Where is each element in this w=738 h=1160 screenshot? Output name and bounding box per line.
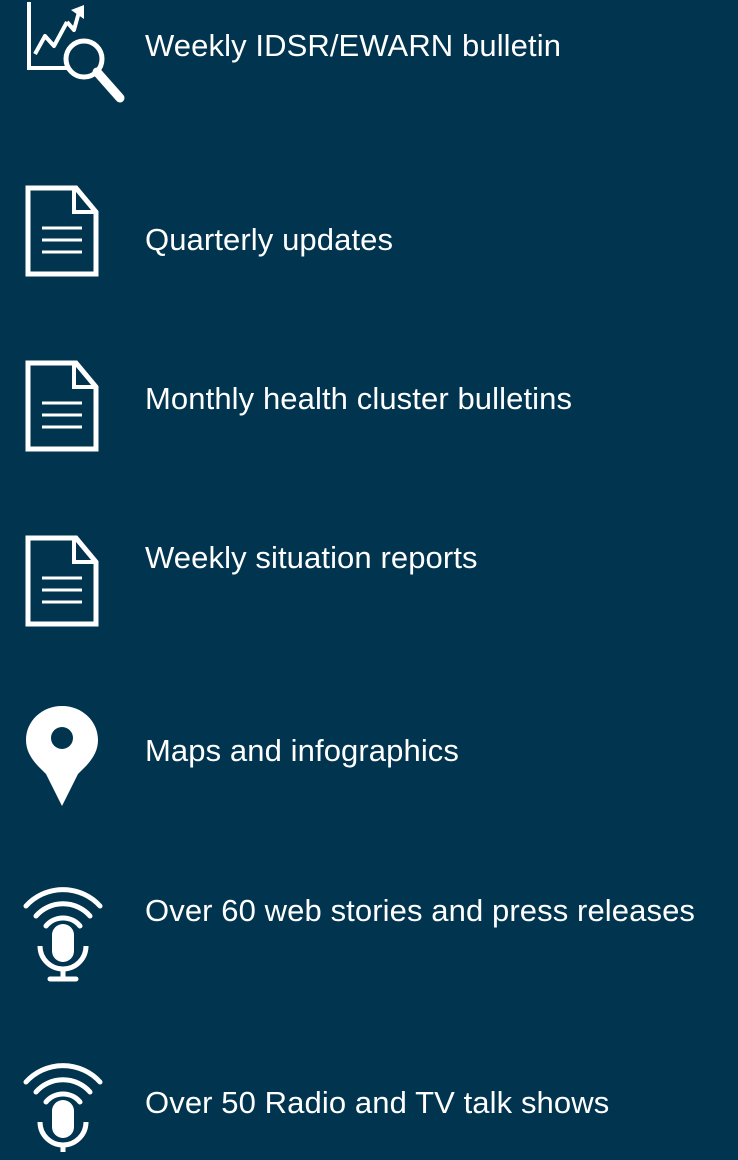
document-icon	[22, 532, 130, 632]
item-label: Quarterly updates	[145, 222, 394, 257]
chart-magnifier-icon	[22, 0, 130, 110]
map-pin-icon	[22, 704, 130, 808]
item-label: Maps and infographics	[145, 733, 460, 768]
broadcast-microphone-icon	[22, 1056, 130, 1160]
document-icon	[22, 182, 130, 282]
broadcast-microphone-icon	[22, 880, 130, 984]
document-icon	[22, 357, 130, 457]
item-label: Over 50 Radio and TV talk shows	[145, 1085, 610, 1120]
item-label: Monthly health cluster bulletins	[145, 381, 573, 416]
item-label: Over 60 web stories and press releases	[145, 893, 696, 928]
item-label: Weekly situation reports	[145, 540, 478, 575]
item-label: Weekly IDSR/EWARN bulletin	[145, 28, 562, 63]
